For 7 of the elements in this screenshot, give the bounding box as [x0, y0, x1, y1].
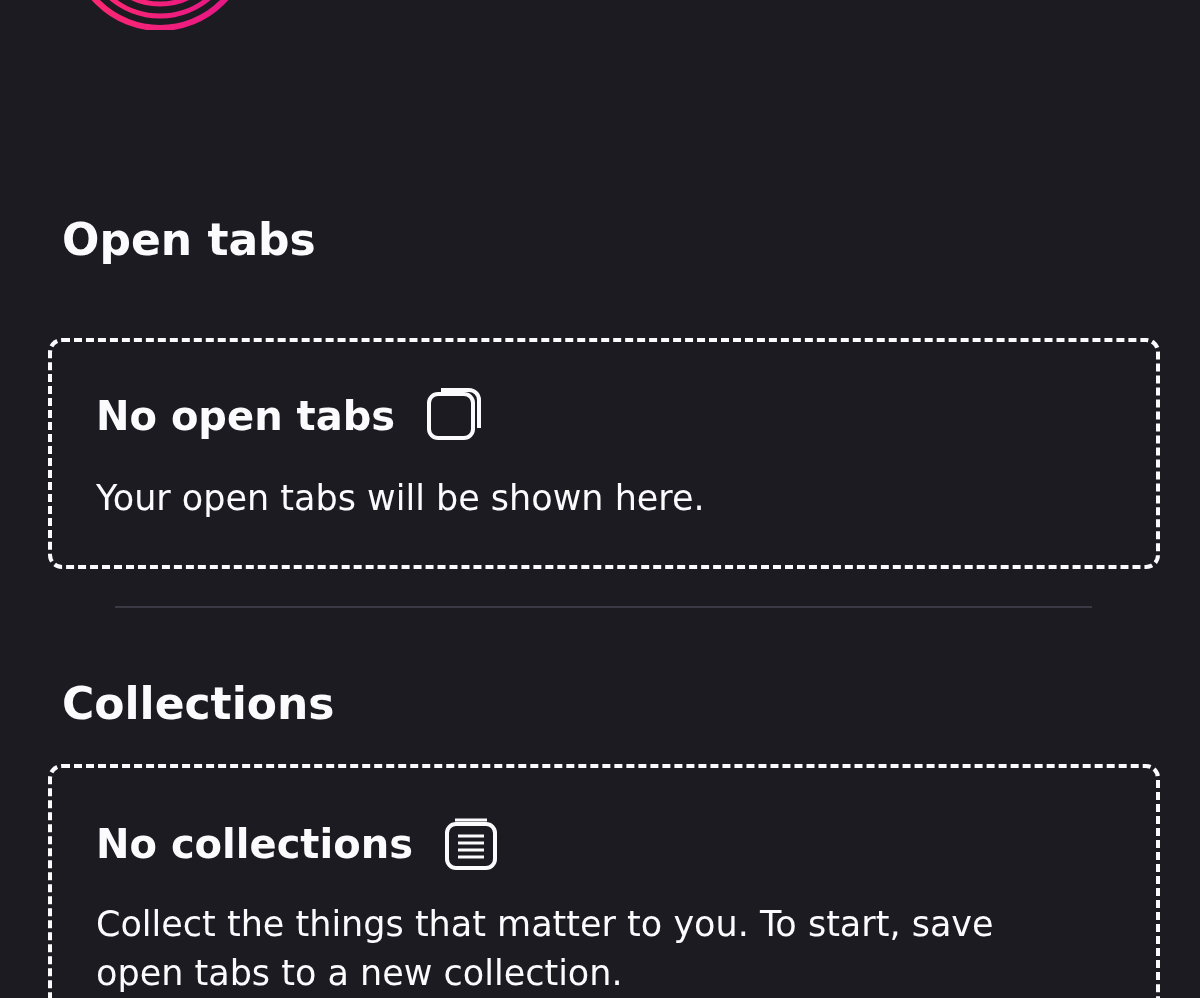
section-heading: Open tabs: [61, 213, 317, 267]
section-heading: Collections: [61, 677, 336, 731]
empty-state-text: Collect the things that matter to you. To start, save open tabs to a new collection.: [96, 903, 995, 995]
empty-state-title: No collections: [96, 820, 413, 869]
empty-state-title: No open tabs: [96, 392, 396, 441]
collection-icon: [442, 816, 499, 872]
empty-state-text: Your open tabs will be shown here.: [96, 477, 706, 520]
